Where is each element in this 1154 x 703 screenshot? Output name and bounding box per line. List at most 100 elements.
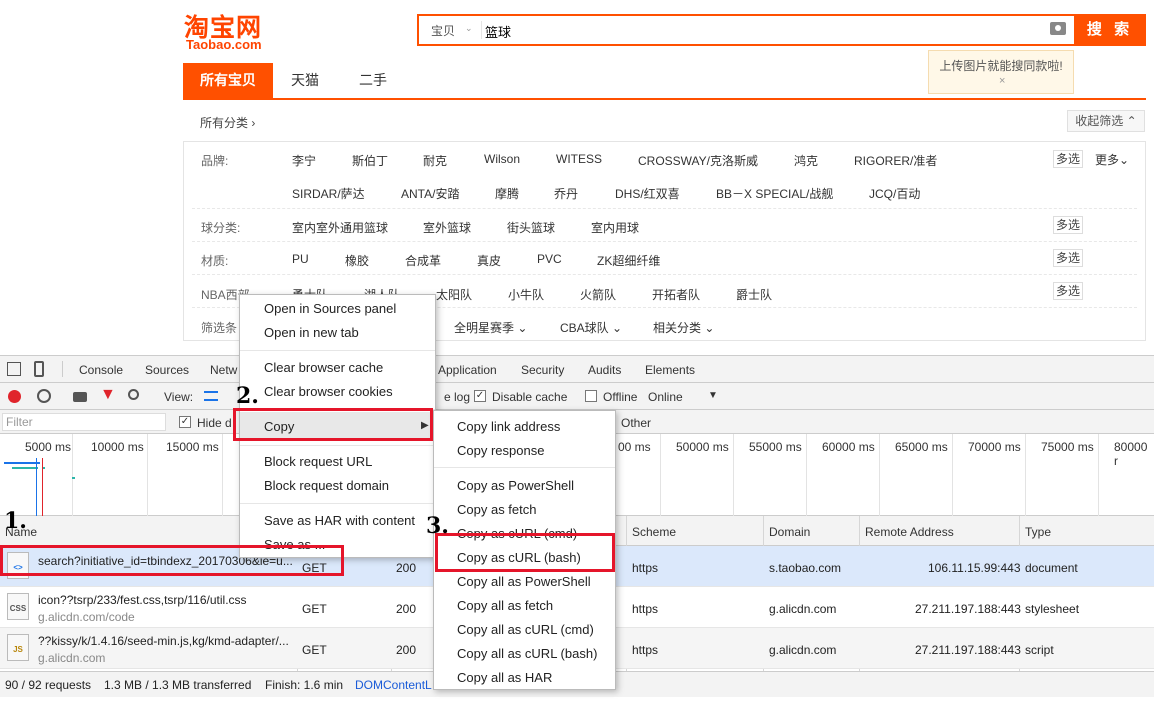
multi-select-button[interactable]: 多选 [1053, 150, 1083, 168]
brand-item[interactable]: 斯伯丁 [352, 152, 388, 169]
tab-elements[interactable]: Elements [645, 363, 695, 377]
nba-item[interactable]: 开拓者队 [652, 286, 700, 303]
search-scope-select[interactable]: 宝贝 [431, 22, 455, 39]
throttle-select[interactable]: Online [648, 390, 683, 404]
type-filter-other[interactable]: Other [621, 416, 651, 430]
tab-application[interactable]: Application [438, 363, 497, 377]
chevron-down-icon[interactable]: ▼ [708, 390, 718, 401]
record-icon[interactable] [8, 390, 21, 403]
menu-item-copy-response[interactable]: Copy response [457, 443, 544, 458]
material-item[interactable]: 真皮 [477, 252, 501, 269]
menu-item-block-domain[interactable]: Block request domain [264, 478, 389, 493]
brand-item[interactable]: Wilson [484, 152, 520, 166]
brand-item[interactable]: 摩腾 [495, 185, 519, 202]
menu-item-copy-all-powershell[interactable]: Copy all as PowerShell [457, 574, 591, 589]
menu-item-copy-all-har[interactable]: Copy all as HAR [457, 670, 552, 685]
search-button[interactable]: 搜 索 [1074, 14, 1146, 46]
filter-input[interactable]: Filter [2, 413, 166, 431]
tab-all[interactable]: 所有宝贝 [183, 63, 273, 98]
nba-item[interactable]: 小牛队 [508, 286, 544, 303]
filter-dropdown[interactable]: CBA球队 ⌄ [560, 319, 622, 336]
material-item[interactable]: 合成革 [405, 252, 441, 269]
collapse-filter-button[interactable]: 收起筛选 ⌃ [1067, 110, 1145, 132]
filter-icon[interactable]: ▼ [100, 387, 116, 403]
menu-item-block-url[interactable]: Block request URL [264, 454, 372, 469]
more-button[interactable]: 更多⌄ [1095, 151, 1129, 168]
hide-data-urls-checkbox[interactable]: ✓ [179, 416, 191, 428]
brand-item[interactable]: 鸿克 [794, 152, 818, 169]
request-name[interactable]: ??kissy/k/1.4.16/seed-min.js,kg/kmd-adap… [38, 634, 289, 648]
menu-item-clear-cookies[interactable]: Clear browser cookies [264, 384, 393, 399]
menu-item-clear-cache[interactable]: Clear browser cache [264, 360, 383, 375]
filter-dropdown[interactable]: 全明星赛季 ⌄ [454, 319, 527, 336]
material-item[interactable]: 橡胶 [345, 252, 369, 269]
tab-sources[interactable]: Sources [145, 363, 189, 377]
request-name[interactable]: icon??tsrp/233/fest.css,tsrp/116/util.cs… [38, 593, 247, 607]
tab-secondhand[interactable]: 二手 [359, 63, 387, 98]
brand-item[interactable]: ANTA/安踏 [401, 185, 459, 202]
list-view-icon[interactable] [204, 391, 218, 401]
search-input[interactable]: 篮球 [485, 22, 511, 41]
menu-item-copy-powershell[interactable]: Copy as PowerShell [457, 478, 574, 493]
view-label: View: [164, 390, 194, 404]
multi-select-button[interactable]: 多选 [1053, 282, 1083, 300]
brand-item[interactable]: 乔丹 [554, 185, 578, 202]
multi-select-button[interactable]: 多选 [1053, 249, 1083, 267]
menu-item-copy-fetch[interactable]: Copy as fetch [457, 502, 537, 517]
tab-security[interactable]: Security [521, 363, 564, 377]
taobao-logo-en[interactable]: Taobao.com [186, 37, 262, 52]
tab-network[interactable]: Netw [210, 363, 237, 377]
material-item[interactable]: ZK超细纤维 [597, 252, 660, 269]
offline-label[interactable]: Offline [603, 390, 637, 404]
camera-icon[interactable] [1050, 22, 1066, 35]
nba-item[interactable]: 火箭队 [580, 286, 616, 303]
disable-cache-label[interactable]: Disable cache [492, 390, 567, 404]
brand-item[interactable]: 耐克 [423, 152, 447, 169]
timeline-tick: 80000 r [1114, 440, 1148, 468]
inspect-icon[interactable] [7, 362, 21, 376]
brand-item[interactable]: CROSSWAY/克洛斯威 [638, 152, 758, 169]
brand-item[interactable]: BB－X SPECIAL/战舰 [716, 185, 833, 202]
menu-item-open-new-tab[interactable]: Open in new tab [264, 325, 359, 340]
request-remote-address: 27.211.197.188:443 [915, 602, 1021, 616]
breadcrumb[interactable]: 所有分类 › [200, 114, 255, 131]
nba-item[interactable]: 太阳队 [436, 286, 472, 303]
filter-dropdown[interactable]: 相关分类 ⌄ [653, 319, 714, 336]
ball-item[interactable]: 室内用球 [591, 219, 639, 236]
ball-item[interactable]: 街头篮球 [507, 219, 555, 236]
menu-item-copy-link[interactable]: Copy link address [457, 419, 560, 434]
material-item[interactable]: PU [292, 252, 309, 266]
tab-console[interactable]: Console [79, 363, 123, 377]
disable-cache-checkbox[interactable]: ✓ [474, 390, 486, 402]
nba-item[interactable]: 爵士队 [736, 286, 772, 303]
brand-item[interactable]: JCQ/百动 [869, 185, 920, 202]
menu-item-save-har[interactable]: Save as HAR with content [264, 513, 415, 528]
ball-item[interactable]: 室内室外通用篮球 [292, 219, 388, 236]
search-icon[interactable] [128, 389, 139, 400]
offline-checkbox[interactable] [585, 390, 597, 402]
clear-icon[interactable] [37, 389, 51, 403]
brand-item[interactable]: SIRDAR/萨达 [292, 185, 365, 202]
capture-screenshots-icon[interactable] [73, 392, 87, 402]
preserve-log-label[interactable]: e log [444, 390, 470, 404]
ball-item[interactable]: 室外篮球 [423, 219, 471, 236]
hide-data-urls-label[interactable]: Hide d [197, 416, 232, 430]
column-type[interactable]: Type [1025, 525, 1051, 539]
material-item[interactable]: PVC [537, 252, 562, 266]
tab-tmall[interactable]: 天猫 [291, 63, 319, 98]
device-toggle-icon[interactable] [34, 361, 44, 377]
brand-item[interactable]: 李宁 [292, 152, 316, 169]
multi-select-button[interactable]: 多选 [1053, 216, 1083, 234]
brand-item[interactable]: DHS/红双喜 [615, 185, 680, 202]
menu-item-copy-all-curl-cmd[interactable]: Copy all as cURL (cmd) [457, 622, 594, 637]
brand-item[interactable]: RIGORER/准者 [854, 152, 937, 169]
brand-item[interactable]: WITESS [556, 152, 602, 166]
menu-item-copy-all-fetch[interactable]: Copy all as fetch [457, 598, 553, 613]
column-remote-address[interactable]: Remote Address [865, 525, 954, 539]
column-domain[interactable]: Domain [769, 525, 810, 539]
menu-item-open-sources[interactable]: Open in Sources panel [264, 301, 396, 316]
menu-item-copy-all-curl-bash[interactable]: Copy all as cURL (bash) [457, 646, 597, 661]
search-box[interactable]: 宝贝 ⌄ 篮球 [417, 14, 1074, 46]
column-scheme[interactable]: Scheme [632, 525, 676, 539]
tab-audits[interactable]: Audits [588, 363, 621, 377]
